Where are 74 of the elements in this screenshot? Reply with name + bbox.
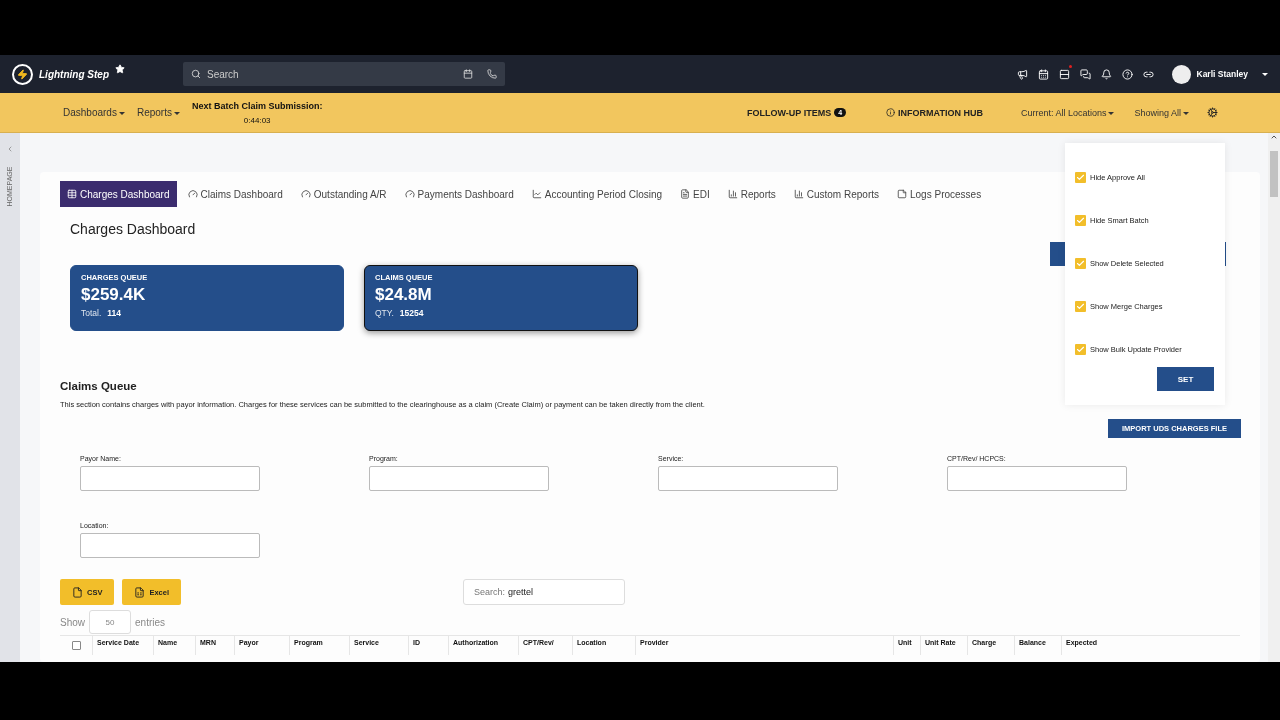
tab[interactable]: Payments Dashboard <box>397 181 521 207</box>
scroll-thumb[interactable] <box>1270 151 1278 197</box>
tab[interactable]: Custom Reports <box>786 181 886 207</box>
entries-label: entries <box>135 616 166 628</box>
settings-icon[interactable] <box>1207 107 1218 118</box>
star-icon[interactable] <box>115 64 125 74</box>
section-title: Claims Queue <box>60 380 138 392</box>
bar-chart-icon <box>793 189 804 199</box>
caret-icon[interactable] <box>1262 72 1268 76</box>
gauge-icon <box>404 189 415 199</box>
card-caption: QTY. <box>375 308 394 318</box>
search-label: Search: <box>474 587 506 597</box>
filter-field[interactable] <box>947 466 1127 491</box>
search-icon <box>191 69 201 79</box>
checkbox[interactable] <box>1075 215 1086 226</box>
help-icon[interactable] <box>1121 68 1133 80</box>
gauge-icon <box>300 189 311 199</box>
countdown: 0:44:03 <box>243 115 271 125</box>
card-caption: Total. <box>81 308 102 318</box>
card-count: 15254 <box>399 308 424 318</box>
tab[interactable]: Reports <box>720 181 783 207</box>
scrollbar[interactable] <box>1268 133 1280 662</box>
checkbox[interactable] <box>1075 172 1086 183</box>
scroll-up-icon[interactable] <box>1270 133 1278 141</box>
brand-name: Lightning Step <box>39 68 109 80</box>
avatar[interactable] <box>1171 64 1191 84</box>
tab[interactable]: Claims Dashboard <box>180 181 290 207</box>
showing-dropdown[interactable]: Showing All <box>1134 107 1189 118</box>
page-length-field[interactable]: 50 <box>89 610 131 634</box>
page-title: Charges Dashboard <box>70 221 197 237</box>
table-search-field[interactable]: Search: grettel <box>463 579 626 605</box>
chat-icon[interactable] <box>1079 68 1091 80</box>
line-chart-icon <box>531 189 542 199</box>
phone-icon[interactable] <box>487 69 497 79</box>
tab[interactable]: Accounting Period Closing <box>524 181 670 207</box>
select-all-checkbox[interactable] <box>71 641 81 650</box>
filter-field[interactable] <box>369 466 549 491</box>
file-icon <box>680 189 691 199</box>
note-icon <box>897 189 907 199</box>
checkbox[interactable] <box>1075 301 1086 312</box>
table-icon <box>67 189 77 199</box>
user-name[interactable]: Karli Stanley <box>1196 69 1248 79</box>
file-icon <box>72 586 83 598</box>
location-dropdown[interactable]: Current: All Locations <box>1020 107 1115 118</box>
gauge-icon <box>187 189 198 199</box>
bell-icon[interactable] <box>1100 68 1112 80</box>
tab[interactable]: Outstanding A/R <box>293 181 394 207</box>
filter-field[interactable] <box>80 466 260 491</box>
filter-field[interactable] <box>658 466 838 491</box>
show-label: Show <box>60 616 85 628</box>
card-count: 114 <box>107 308 122 318</box>
search-field[interactable]: Search <box>183 62 505 86</box>
bar-chart-icon <box>727 189 738 199</box>
calendar-icon[interactable] <box>463 69 473 79</box>
filter-field[interactable] <box>80 533 260 558</box>
checkbox[interactable] <box>1075 344 1086 355</box>
batch-title: Next Batch Claim Submission: <box>191 100 323 111</box>
menu-link[interactable]: Dashboards <box>63 107 125 118</box>
search-input[interactable]: grettel <box>508 587 599 597</box>
lightning-logo-icon <box>12 63 33 85</box>
tab[interactable]: EDI <box>673 181 717 207</box>
rows-icon[interactable] <box>1058 68 1070 80</box>
tab[interactable]: Logs Processes <box>890 181 989 207</box>
search-placeholder: Search <box>207 68 240 80</box>
megaphone-icon[interactable] <box>1016 68 1028 80</box>
info-icon <box>886 108 896 117</box>
checkbox[interactable] <box>1075 258 1086 269</box>
tab[interactable]: Charges Dashboard <box>60 181 177 207</box>
spreadsheet-icon <box>134 586 146 598</box>
menu-link[interactable]: Reports <box>136 107 180 118</box>
card-amount: $259.4K <box>81 285 147 305</box>
information-hub-link[interactable]: INFORMATION HUB <box>886 107 983 118</box>
set-button[interactable]: SET <box>1157 367 1214 391</box>
card-amount: $24.8M <box>375 285 433 305</box>
